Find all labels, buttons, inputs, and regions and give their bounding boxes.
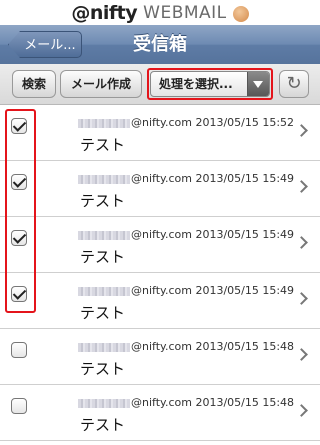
chevron-right-icon xyxy=(295,404,308,417)
message-date: 2013/05/15 15:49 xyxy=(195,172,295,185)
message-checkbox[interactable] xyxy=(11,174,27,190)
brand-logo-icon xyxy=(232,5,249,22)
message-row[interactable]: @nifty.com 2013/05/15 15:49 テスト xyxy=(0,217,320,273)
chevron-right-icon xyxy=(295,292,308,305)
chevron-right-icon xyxy=(295,348,308,361)
action-select-highlight: 処理を選択... xyxy=(147,68,273,100)
message-sender: @nifty.com 2013/05/15 15:49 xyxy=(78,228,294,241)
message-row[interactable]: @nifty.com 2013/05/15 15:48 テスト xyxy=(0,329,320,385)
sender-domain: @nifty.com xyxy=(131,340,192,353)
back-button[interactable]: メール... xyxy=(8,31,82,58)
sender-domain: @nifty.com xyxy=(131,116,192,129)
message-subject: テスト xyxy=(80,136,126,154)
message-row[interactable]: @nifty.com 2013/05/15 15:49 テスト xyxy=(0,161,320,217)
brand-name: @nifty xyxy=(71,1,138,24)
message-date: 2013/05/15 15:49 xyxy=(195,228,295,241)
message-sender: @nifty.com 2013/05/15 15:48 xyxy=(78,340,294,353)
message-date: 2013/05/15 15:49 xyxy=(195,284,295,297)
message-date: 2013/05/15 15:52 xyxy=(195,116,295,129)
chevron-right-icon xyxy=(295,124,308,137)
search-button[interactable]: 検索 xyxy=(12,70,56,98)
message-subject: テスト xyxy=(80,304,126,322)
chevron-down-icon xyxy=(247,72,269,96)
redacted-sender xyxy=(78,230,130,240)
action-select-value: 処理を選択... xyxy=(159,77,233,91)
message-sender: @nifty.com 2013/05/15 15:52 xyxy=(78,116,294,129)
message-sender: @nifty.com 2013/05/15 15:48 xyxy=(78,396,294,409)
message-checkbox[interactable] xyxy=(11,286,27,302)
compose-button[interactable]: メール作成 xyxy=(60,70,142,98)
message-sender: @nifty.com 2013/05/15 15:49 xyxy=(78,284,294,297)
redacted-sender xyxy=(78,286,130,296)
message-row[interactable]: @nifty.com 2013/05/15 15:52 テスト xyxy=(0,105,320,161)
refresh-icon: ↻ xyxy=(286,73,302,94)
chevron-right-icon xyxy=(295,180,308,193)
sender-domain: @nifty.com xyxy=(131,284,192,297)
message-sender: @nifty.com 2013/05/15 15:49 xyxy=(78,172,294,185)
redacted-sender xyxy=(78,118,130,128)
message-date: 2013/05/15 15:48 xyxy=(195,340,295,353)
message-subject: テスト xyxy=(80,248,126,266)
message-date: 2013/05/15 15:48 xyxy=(195,396,295,409)
brand-product: WEBMAIL xyxy=(143,2,227,23)
action-select[interactable]: 処理を選択... xyxy=(150,71,270,97)
toolbar: 検索 メール作成 処理を選択... ↻ xyxy=(0,64,320,105)
sender-domain: @nifty.com xyxy=(131,396,192,409)
message-checkbox[interactable] xyxy=(11,230,27,246)
message-checkbox[interactable] xyxy=(11,118,27,134)
message-row[interactable]: @nifty.com 2013/05/15 15:49 テスト xyxy=(0,273,320,329)
message-checkbox[interactable] xyxy=(11,342,27,358)
message-row[interactable]: @nifty.com 2013/05/15 15:48 テスト xyxy=(0,385,320,441)
redacted-sender xyxy=(78,174,130,184)
message-subject: テスト xyxy=(80,192,126,210)
sender-domain: @nifty.com xyxy=(131,228,192,241)
message-subject: テスト xyxy=(80,416,126,434)
chevron-right-icon xyxy=(295,236,308,249)
refresh-button[interactable]: ↻ xyxy=(279,70,309,98)
brand-header: @nifty WEBMAIL xyxy=(0,0,320,25)
message-list: @nifty.com 2013/05/15 15:52 テスト @nifty.c… xyxy=(0,105,320,441)
navigation-bar: 受信箱 メール... xyxy=(0,25,320,65)
redacted-sender xyxy=(78,398,130,408)
redacted-sender xyxy=(78,342,130,352)
message-subject: テスト xyxy=(80,360,126,378)
message-checkbox[interactable] xyxy=(11,398,27,414)
sender-domain: @nifty.com xyxy=(131,172,192,185)
